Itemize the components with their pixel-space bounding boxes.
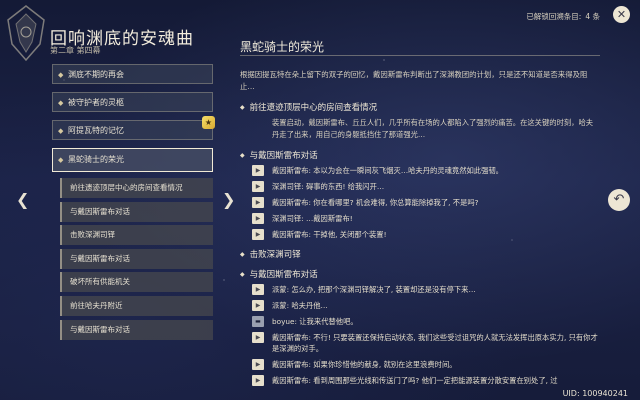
chapter-item[interactable]: ◆ 被守护者的灵柩 <box>52 92 213 112</box>
dialogue-text: boyue: 让我来代替他吧。 <box>272 317 358 326</box>
uid-label: UID: 100940241 <box>562 389 628 398</box>
dialogue-line[interactable]: ▶ 戴因斯雷布: 你在看哪里? 机会难得, 你总算能除掉我了, 不是吗? <box>240 197 600 208</box>
dialogue-text: 戴因斯雷布: 看到周围那些光线和传送门了吗? 他们一定把能源装置分散安置在别处了… <box>272 376 558 385</box>
play-icon: ▶ <box>252 181 264 192</box>
play-icon: ▶ <box>252 284 264 295</box>
chapter-list: ◆ 渊底不期的再会 ◆ 被守护者的灵柩 ◆ 阿提瓦特的记忆 ★ ◆ 黑蛇骑士的荣… <box>52 64 215 343</box>
dialogue-text: 深渊司铎: …戴因斯雷布! <box>272 214 353 223</box>
new-entry-badge-icon: ★ <box>202 116 215 129</box>
detail-title: 黑蛇骑士的荣光 <box>240 40 325 54</box>
play-icon: ▶ <box>252 332 264 343</box>
chapter-label: 渊底不期的再会 <box>68 70 124 79</box>
dialogue-text: 戴因斯雷布: 如果你珍惜他的献身, 就别在这里浪费时间。 <box>272 360 457 369</box>
unlocked-label: 已解锁回溯条目: <box>526 12 582 21</box>
page-subtitle: 第二章 第四幕 <box>50 46 101 55</box>
dialogue-line[interactable]: ▬ boyue: 让我来代替他吧。 <box>240 316 600 327</box>
dialogue-line[interactable]: ▶ 戴因斯雷布: 干掉他, 关闭那个装置! <box>240 229 600 240</box>
unlocked-entries: 已解锁回溯条目: 4 条 <box>526 11 600 22</box>
back-button[interactable]: ↶ <box>608 189 630 211</box>
play-icon: ▶ <box>252 165 264 176</box>
step-item[interactable]: 前往哈夫丹附近 <box>60 295 213 316</box>
dialogue-line[interactable]: ▶ 派蒙: 怎么办, 把那个深渊司铎解决了, 装置却还是没有停下来… <box>240 284 600 295</box>
section-header: 与戴因斯雷布对话 <box>240 268 600 280</box>
chapter-item[interactable]: ◆ 阿提瓦特的记忆 ★ <box>52 116 215 140</box>
chapter-item[interactable]: ◆ 渊底不期的再会 <box>52 64 213 84</box>
dialogue-text: 戴因斯雷布: 本以为会在一瞬间灰飞烟灭…哈夫丹的灵魂竟然如此强韧。 <box>272 166 503 175</box>
step-item[interactable]: 前往遗迹顶层中心的房间查看情况 <box>60 178 213 198</box>
dialogue-line[interactable]: ▶ 深渊司铎: …戴因斯雷布! <box>240 213 600 224</box>
dialogue-line[interactable]: ▶ 戴因斯雷布: 本以为会在一瞬间灰飞烟灭…哈夫丹的灵魂竟然如此强韧。 <box>240 165 600 176</box>
step-item[interactable]: 与戴因斯雷布对话 <box>60 201 213 222</box>
step-item[interactable]: 与戴因斯雷布对话 <box>60 248 213 269</box>
step-list: 前往遗迹顶层中心的房间查看情况 与戴因斯雷布对话 击败深渊司铎 与戴因斯雷布对话… <box>60 178 213 340</box>
section-paragraph: 装置启动，戴因斯雷布、丘丘人们，几乎所有在场的人都陷入了强烈的痛苦。在这关键的时… <box>272 118 594 139</box>
archon-emblem-icon <box>7 5 45 62</box>
dialogue-text: 派蒙: 哈夫丹他… <box>272 301 328 310</box>
dialogue-text: 派蒙: 怎么办, 把那个深渊司铎解决了, 装置却还是没有停下来… <box>272 285 476 294</box>
diamond-icon: ◆ <box>58 156 64 164</box>
play-icon: ▶ <box>252 359 264 370</box>
section-header: 前往遗迹顶层中心的房间查看情况 <box>240 101 600 113</box>
divider <box>240 55 600 56</box>
chapter-label: 黑蛇骑士的荣光 <box>68 155 124 164</box>
dialogue-line[interactable]: ▶ 戴因斯雷布: 如果你珍惜他的献身, 就别在这里浪费时间。 <box>240 359 600 370</box>
play-icon: ▶ <box>252 213 264 224</box>
play-icon: ▶ <box>252 375 264 386</box>
chapter-label: 被守护者的灵柩 <box>68 98 124 107</box>
prev-page-arrow-icon[interactable]: ❮ <box>16 190 29 209</box>
play-icon: ▶ <box>252 229 264 240</box>
close-button[interactable]: ✕ <box>613 6 630 23</box>
diamond-icon: ◆ <box>58 99 64 107</box>
chat-bubble-icon: ▬ <box>252 316 264 327</box>
section-header: 击败深渊司铎 <box>240 248 600 260</box>
step-item[interactable]: 破坏所有供能机关 <box>60 272 213 293</box>
step-item[interactable]: 击败深渊司铎 <box>60 225 213 246</box>
close-icon: ✕ <box>616 8 627 21</box>
dialogue-line[interactable]: ▶ 戴因斯雷布: 看到周围那些光线和传送门了吗? 他们一定把能源装置分散安置在别处… <box>240 375 600 386</box>
dialogue-text: 戴因斯雷布: 你在看哪里? 机会难得, 你总算能除掉我了, 不是吗? <box>272 198 479 207</box>
step-item[interactable]: 与戴因斯雷布对话 <box>60 319 213 340</box>
play-icon: ▶ <box>252 300 264 311</box>
dialogue-line[interactable]: ▶ 深渊司铎: 碍事的东西! 给我闪开… <box>240 181 600 192</box>
back-arrow-icon: ↶ <box>613 192 625 207</box>
dialogue-text: 戴因斯雷布: 干掉他, 关闭那个装置! <box>272 230 387 239</box>
dialogue-text: 戴因斯雷布: 不行! 只要装置还保持启动状态, 我们这些受过诅咒的人就无法发挥出… <box>272 333 598 353</box>
unlocked-count: 4 条 <box>585 12 600 21</box>
detail-description: 根据因提瓦特在朵上留下的双子的回忆，戴因斯雷布判断出了深渊教团的计划，只是还不知… <box>240 70 588 91</box>
play-icon: ▶ <box>252 197 264 208</box>
dialogue-line[interactable]: ▶ 戴因斯雷布: 不行! 只要装置还保持启动状态, 我们这些受过诅咒的人就无法发挥… <box>240 332 600 354</box>
dialogue-line[interactable]: ▶ 派蒙: 哈夫丹他… <box>240 300 600 311</box>
chapter-label: 阿提瓦特的记忆 <box>68 126 124 135</box>
chapter-item-active[interactable]: ◆ 黑蛇骑士的荣光 <box>52 148 213 172</box>
diamond-icon: ◆ <box>58 127 64 135</box>
diamond-icon: ◆ <box>58 71 64 79</box>
dialogue-text: 深渊司铎: 碍事的东西! 给我闪开… <box>272 182 385 191</box>
detail-panel[interactable]: 黑蛇骑士的荣光 根据因提瓦特在朵上留下的双子的回忆，戴因斯雷布判断出了深渊教团的… <box>230 30 600 386</box>
section-header: 与戴因斯雷布对话 <box>240 149 600 161</box>
